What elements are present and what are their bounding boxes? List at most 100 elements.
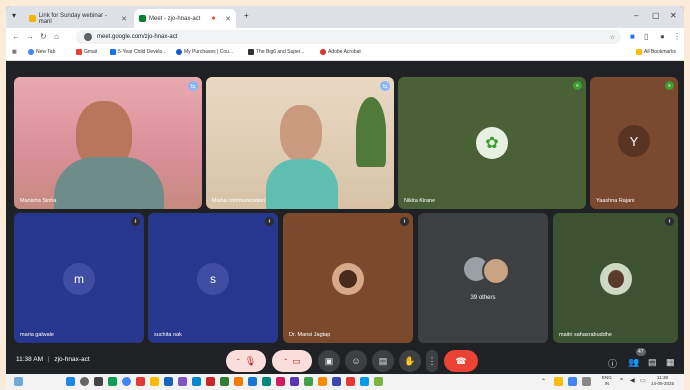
profile-photo-icon xyxy=(339,270,357,288)
present-button[interactable]: ▤ xyxy=(372,350,394,372)
emoji-icon: ☺ xyxy=(351,356,361,366)
system-clock[interactable]: 11:38 14-09-2025 xyxy=(651,375,674,387)
file-explorer-icon[interactable] xyxy=(150,377,159,386)
participant-avatar: ✿ xyxy=(476,127,508,159)
app-icon[interactable] xyxy=(206,377,215,386)
chevron-up-icon[interactable]: ⌃ xyxy=(283,358,288,365)
minimize-icon[interactable]: – xyxy=(634,11,638,20)
tab-meet[interactable]: Meet - zjo-hnax-act ● ✕ xyxy=(134,9,236,28)
app-icon[interactable] xyxy=(248,377,257,386)
bookmark-adobe[interactable]: Adobe Acrobat xyxy=(320,49,361,55)
home-icon[interactable]: ⌂ xyxy=(54,32,59,41)
participant-video xyxy=(280,105,322,161)
participant-name: Nikita Kirane xyxy=(404,198,436,204)
reload-icon[interactable]: ↻ xyxy=(40,32,47,41)
participant-tile-mansi[interactable]: ɫ Dr. Mansi Jagtap xyxy=(283,213,413,343)
app-icon[interactable] xyxy=(346,377,355,386)
star-icon[interactable]: ☆ xyxy=(610,34,615,41)
participant-tile-misha[interactable]: ⇆ Misha communication xyxy=(206,77,394,209)
close-tab-icon[interactable]: ✕ xyxy=(225,15,231,23)
pin-icon[interactable]: ⇆ xyxy=(380,81,390,91)
participant-tile-yaashna[interactable]: Y ≡ Yaashna Rajani xyxy=(590,77,678,209)
separator: | xyxy=(47,356,50,363)
participant-name: Dr. Mansi Jagtap xyxy=(289,332,331,338)
wifi-icon[interactable]: ≈ xyxy=(620,377,623,383)
app-icon[interactable] xyxy=(192,377,201,386)
language-indicator[interactable]: ENG IN xyxy=(602,375,612,387)
app-icon[interactable] xyxy=(262,377,271,386)
side-panel-icon[interactable]: ▯ xyxy=(644,32,648,41)
participant-tile-maria[interactable]: m ɫ maria galwale xyxy=(14,213,144,343)
participant-tile-others[interactable]: 39 others xyxy=(418,213,548,343)
raise-hand-button[interactable]: ✋ xyxy=(399,350,421,372)
participant-tile-nikita[interactable]: ✿ ≡ Nikita Kirane xyxy=(398,77,586,209)
speaking-icon: ≡ xyxy=(665,81,674,90)
back-icon[interactable]: ← xyxy=(12,32,20,41)
maximize-icon[interactable]: ▢ xyxy=(652,11,660,20)
captions-button[interactable]: ▣ xyxy=(318,350,340,372)
mic-toggle-button[interactable]: ⌃ 🎙 xyxy=(226,350,266,372)
participant-tile-maitri[interactable]: ɫ maitri sahasrabuddhe xyxy=(553,213,678,343)
search-icon[interactable] xyxy=(80,377,89,386)
tray-overflow-icon[interactable]: ⌃ xyxy=(541,378,546,385)
bookmark-new-tab[interactable]: New Tab xyxy=(28,49,55,55)
participant-name: Misha communication xyxy=(212,198,266,204)
app-icon[interactable] xyxy=(374,377,383,386)
participant-tile-manisha[interactable]: ⇆ Manisha Sinha xyxy=(14,77,202,209)
tab-search-icon[interactable]: ▾ xyxy=(12,11,16,20)
volume-icon[interactable]: ◀ xyxy=(630,377,635,384)
weather-widget-icon[interactable] xyxy=(14,377,23,386)
participant-tile-suchita[interactable]: s ɫ suchita oak xyxy=(148,213,278,343)
app-icon[interactable] xyxy=(234,377,243,386)
apps-grid-icon[interactable]: ▦ xyxy=(12,49,17,55)
app-icon[interactable] xyxy=(220,377,229,386)
leave-call-button[interactable]: ☎ xyxy=(444,350,478,372)
app-icon[interactable] xyxy=(136,377,145,386)
camera-toggle-button[interactable]: ⌃ ▭ xyxy=(272,350,312,372)
app-icon[interactable] xyxy=(108,377,117,386)
chat-icon[interactable]: ▤ xyxy=(648,357,657,368)
pin-icon[interactable]: ⇆ xyxy=(188,81,198,91)
close-window-icon[interactable]: ✕ xyxy=(670,11,677,20)
bookmark-gmail[interactable]: Gmail xyxy=(76,49,97,55)
close-tab-icon[interactable]: ✕ xyxy=(121,15,127,23)
bookmark-big6[interactable]: The Big6 and Super... xyxy=(248,49,304,55)
camera-off-icon: ▭ xyxy=(292,355,301,366)
app-icon[interactable] xyxy=(332,377,341,386)
more-options-button[interactable]: ⋮ xyxy=(426,350,438,372)
app-icon[interactable] xyxy=(178,377,187,386)
app-icon[interactable] xyxy=(318,377,327,386)
app-icon[interactable] xyxy=(360,377,369,386)
forward-icon[interactable]: → xyxy=(26,32,34,41)
bookmark-child-develop[interactable]: 5-Year Child Develo... xyxy=(110,49,166,55)
emoji-button[interactable]: ☺ xyxy=(345,350,367,372)
profile-icon[interactable]: ● xyxy=(660,32,665,41)
edge-icon[interactable] xyxy=(164,377,173,386)
start-icon[interactable] xyxy=(66,377,75,386)
menu-dots-icon[interactable]: ⋮ xyxy=(673,32,681,41)
extension-icon[interactable]: ■ xyxy=(630,32,635,41)
all-bookmarks[interactable]: All Bookmarks xyxy=(636,49,676,55)
new-tab-icon[interactable]: + xyxy=(244,11,249,20)
activities-icon[interactable]: ▦ xyxy=(666,357,675,368)
participant-avatar: m xyxy=(63,263,95,295)
battery-icon[interactable]: ▭ xyxy=(640,377,646,384)
url-field[interactable]: meet.google.com/zjo-hnax-act ☆ xyxy=(76,30,621,44)
chrome-icon[interactable] xyxy=(122,377,131,386)
site-info-icon[interactable] xyxy=(84,33,92,41)
bookmark-purchases[interactable]: My Purchases | Cou... xyxy=(176,49,233,55)
info-icon[interactable]: ⓘ xyxy=(608,357,617,370)
chevron-up-icon[interactable]: ⌃ xyxy=(236,358,241,365)
tray-app-icon[interactable] xyxy=(582,377,591,386)
task-view-icon[interactable] xyxy=(94,377,103,386)
meet-stage: ⇆ Manisha Sinha ⇆ Misha communication ✿ … xyxy=(6,61,684,384)
app-icon[interactable] xyxy=(290,377,299,386)
participant-name: maitri sahasrabuddhe xyxy=(559,332,612,338)
lang-region: IN xyxy=(604,381,610,386)
tray-app-icon[interactable] xyxy=(554,377,563,386)
tab-webinar-link[interactable]: Link for Sunday webinar - maril ✕ xyxy=(24,9,132,28)
app-icon[interactable] xyxy=(276,377,285,386)
tray-app-icon[interactable] xyxy=(568,377,577,386)
app-icon[interactable] xyxy=(304,377,313,386)
people-icon[interactable]: 👥 xyxy=(628,357,639,368)
